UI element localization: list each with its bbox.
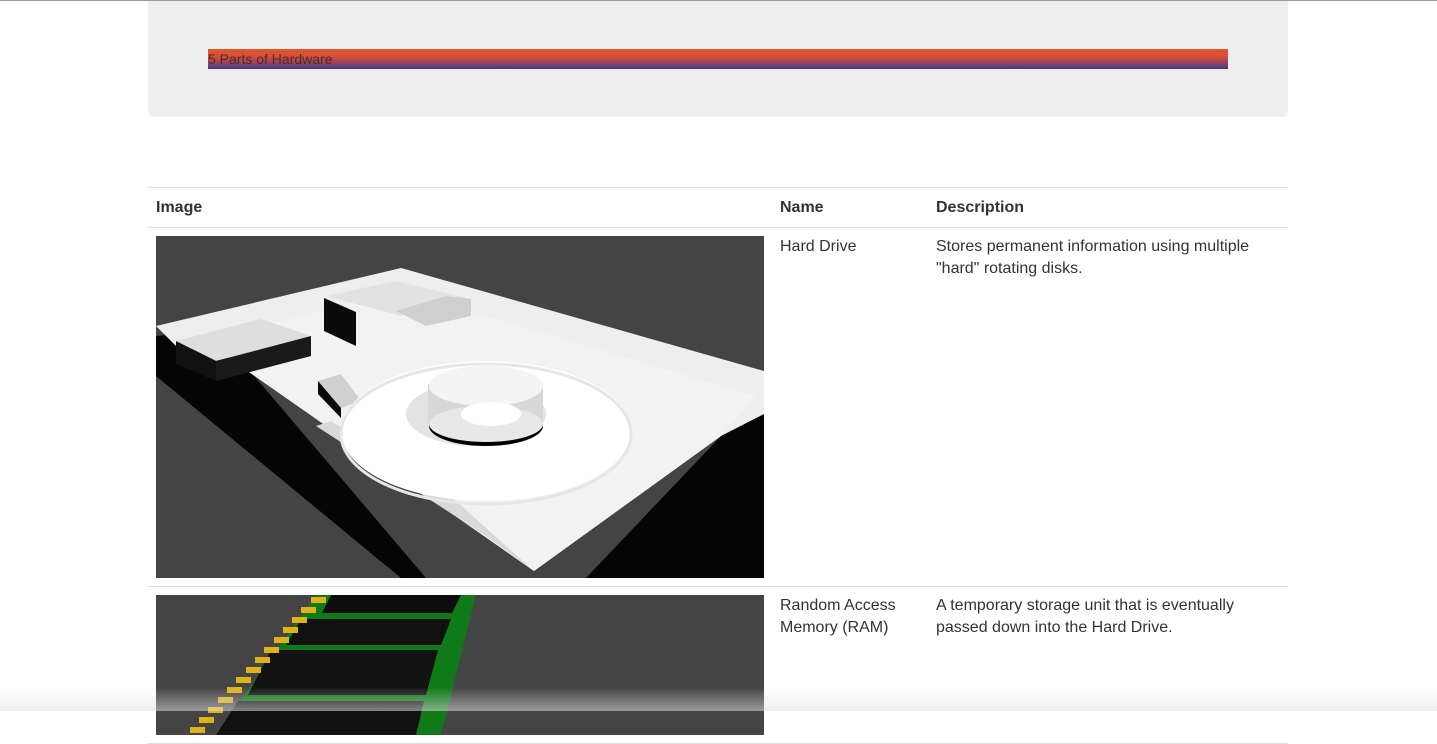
column-header-image: Image	[148, 187, 772, 228]
table-row: Hard Drive Stores permanent information …	[148, 227, 1288, 587]
table-header-row: Image Name Description	[148, 187, 1288, 228]
name-cell: Hard Drive	[772, 227, 928, 587]
description-cell: Stores permanent information using multi…	[928, 227, 1288, 587]
image-cell	[148, 227, 772, 587]
image-cell	[148, 586, 772, 744]
header-jumbotron: 5 Parts of Hardware	[148, 1, 1288, 117]
ram-image	[156, 595, 764, 735]
description-cell: A temporary storage unit that is eventua…	[928, 586, 1288, 744]
title-banner: 5 Parts of Hardware	[208, 49, 1228, 69]
name-cell: Random Access Memory (RAM)	[772, 586, 928, 744]
table-row: Random Access Memory (RAM) A temporary s…	[148, 586, 1288, 744]
hardware-table: Image Name Description Hard Drive Stores…	[148, 187, 1288, 744]
hard-drive-image	[156, 236, 764, 578]
column-header-name: Name	[772, 187, 928, 228]
page-title: 5 Parts of Hardware	[208, 51, 333, 67]
column-header-description: Description	[928, 187, 1288, 228]
